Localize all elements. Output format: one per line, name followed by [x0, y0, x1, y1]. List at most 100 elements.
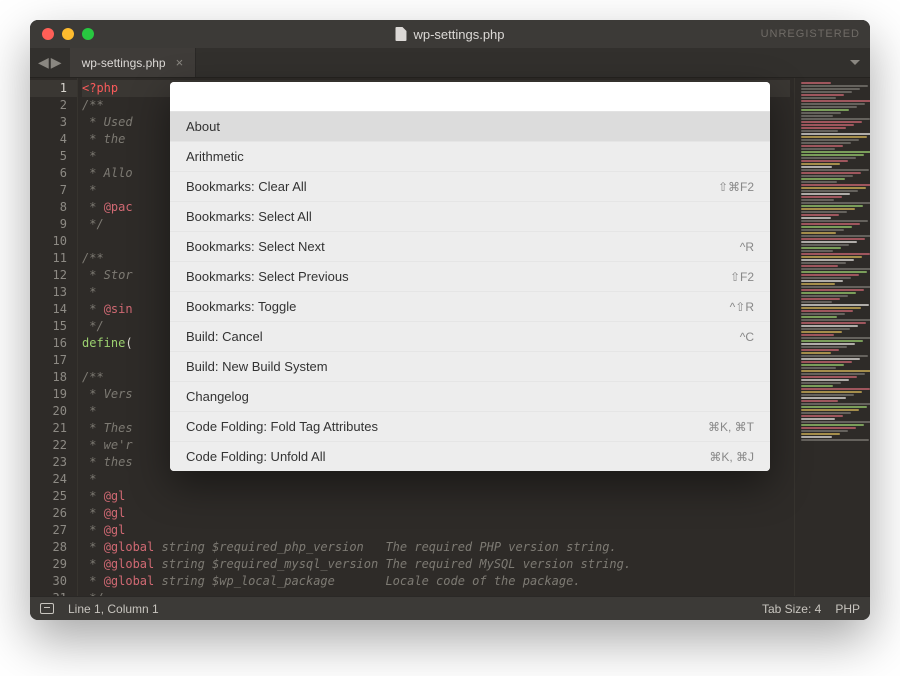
line-number[interactable]: 10: [30, 233, 77, 250]
app-window: wp-settings.php UNREGISTERED ◀ ▶ wp-sett…: [30, 20, 870, 620]
line-number[interactable]: 5: [30, 148, 77, 165]
chevron-down-icon: [850, 58, 860, 68]
minimap-line: [801, 208, 855, 210]
line-number[interactable]: 26: [30, 505, 77, 522]
minimap-line: [801, 214, 839, 216]
line-number[interactable]: 27: [30, 522, 77, 539]
line-number[interactable]: 12: [30, 267, 77, 284]
minimap-line: [801, 226, 852, 228]
line-number[interactable]: 4: [30, 131, 77, 148]
minimap-line: [801, 100, 870, 102]
tab-close-button[interactable]: ×: [176, 55, 184, 70]
close-window-button[interactable]: [42, 28, 54, 40]
tab-size-indicator[interactable]: Tab Size: 4: [762, 602, 821, 616]
command-palette-item[interactable]: About: [170, 112, 770, 141]
command-palette-item[interactable]: Bookmarks: Toggle^⇧R: [170, 291, 770, 321]
minimap-line: [801, 88, 860, 90]
line-number[interactable]: 13: [30, 284, 77, 301]
palette-item-label: Bookmarks: Select Next: [186, 239, 325, 254]
line-number[interactable]: 29: [30, 556, 77, 573]
minimap-line: [801, 421, 870, 423]
minimap-line: [801, 433, 840, 435]
line-number[interactable]: 17: [30, 352, 77, 369]
minimap-line: [801, 316, 837, 318]
line-number[interactable]: 25: [30, 488, 77, 505]
minimap-line: [801, 127, 846, 129]
line-number[interactable]: 7: [30, 182, 77, 199]
line-number[interactable]: 6: [30, 165, 77, 182]
minimap-line: [801, 202, 870, 204]
line-number[interactable]: 24: [30, 471, 77, 488]
minimap-line: [801, 121, 862, 123]
minimap-line: [801, 352, 831, 354]
line-number[interactable]: 22: [30, 437, 77, 454]
command-palette-item[interactable]: Build: New Build System: [170, 351, 770, 381]
minimap-line: [801, 331, 842, 333]
minimap-line: [801, 439, 869, 441]
command-palette-item[interactable]: Bookmarks: Select All: [170, 201, 770, 231]
line-number[interactable]: 23: [30, 454, 77, 471]
line-number[interactable]: 1: [30, 80, 77, 97]
line-number[interactable]: 2: [30, 97, 77, 114]
line-number[interactable]: 18: [30, 369, 77, 386]
zoom-window-button[interactable]: [82, 28, 94, 40]
cursor-position[interactable]: Line 1, Column 1: [68, 602, 159, 616]
command-palette-item[interactable]: Code Folding: Unfold All⌘K, ⌘J: [170, 441, 770, 471]
command-palette-item[interactable]: Bookmarks: Select Next^R: [170, 231, 770, 261]
line-gutter[interactable]: 1234567891011121314151617181920212223242…: [30, 78, 78, 596]
palette-item-label: Code Folding: Unfold All: [186, 449, 325, 464]
minimap-line: [801, 280, 843, 282]
line-number[interactable]: 28: [30, 539, 77, 556]
line-number[interactable]: 31: [30, 590, 77, 596]
line-number[interactable]: 21: [30, 420, 77, 437]
minimap-line: [801, 142, 851, 144]
nav-back-button[interactable]: ◀: [38, 54, 49, 71]
command-palette-item[interactable]: Arithmetic: [170, 141, 770, 171]
minimap-line: [801, 256, 862, 258]
minimap-line: [801, 232, 836, 234]
line-number[interactable]: 11: [30, 250, 77, 267]
line-number[interactable]: 15: [30, 318, 77, 335]
command-palette-item[interactable]: Build: Cancel^C: [170, 321, 770, 351]
tab-overflow-button[interactable]: [840, 48, 870, 77]
palette-item-shortcut: ^⇧R: [730, 300, 754, 314]
minimap-line: [801, 133, 870, 135]
minimap-line: [801, 112, 841, 114]
command-palette-item[interactable]: Changelog: [170, 381, 770, 411]
tab-nav: ◀ ▶: [30, 48, 70, 77]
command-palette-input[interactable]: [170, 82, 770, 112]
minimap-line: [801, 268, 870, 270]
minimap-line: [801, 355, 868, 357]
minimap-line: [801, 361, 852, 363]
minimap-line: [801, 199, 834, 201]
minimap-line: [801, 292, 856, 294]
line-number[interactable]: 3: [30, 114, 77, 131]
titlebar: wp-settings.php UNREGISTERED: [30, 20, 870, 48]
line-number[interactable]: 20: [30, 403, 77, 420]
command-palette-item[interactable]: Bookmarks: Clear All⇧⌘F2: [170, 171, 770, 201]
minimap-line: [801, 388, 870, 390]
panel-toggle-icon[interactable]: [40, 603, 54, 614]
line-number[interactable]: 14: [30, 301, 77, 318]
minimap-line: [801, 253, 870, 255]
minimap-line: [801, 148, 835, 150]
line-number[interactable]: 19: [30, 386, 77, 403]
line-number[interactable]: 16: [30, 335, 77, 352]
minimap-line: [801, 211, 847, 213]
minimap-line: [801, 235, 870, 237]
line-number[interactable]: 8: [30, 199, 77, 216]
command-palette-item[interactable]: Bookmarks: Select Previous⇧F2: [170, 261, 770, 291]
command-palette-item[interactable]: Code Folding: Fold Tag Attributes⌘K, ⌘T: [170, 411, 770, 441]
line-number[interactable]: 30: [30, 573, 77, 590]
language-indicator[interactable]: PHP: [835, 602, 860, 616]
line-number[interactable]: 9: [30, 216, 77, 233]
minimap-line: [801, 325, 858, 327]
minimap-line: [801, 130, 838, 132]
minimap[interactable]: [794, 78, 870, 596]
minimap-line: [801, 178, 845, 180]
minimap-line: [801, 427, 856, 429]
command-palette: AboutArithmeticBookmarks: Clear All⇧⌘F2B…: [170, 82, 770, 471]
minimize-window-button[interactable]: [62, 28, 74, 40]
file-tab[interactable]: wp-settings.php ×: [70, 48, 197, 77]
nav-forward-button[interactable]: ▶: [51, 54, 62, 71]
